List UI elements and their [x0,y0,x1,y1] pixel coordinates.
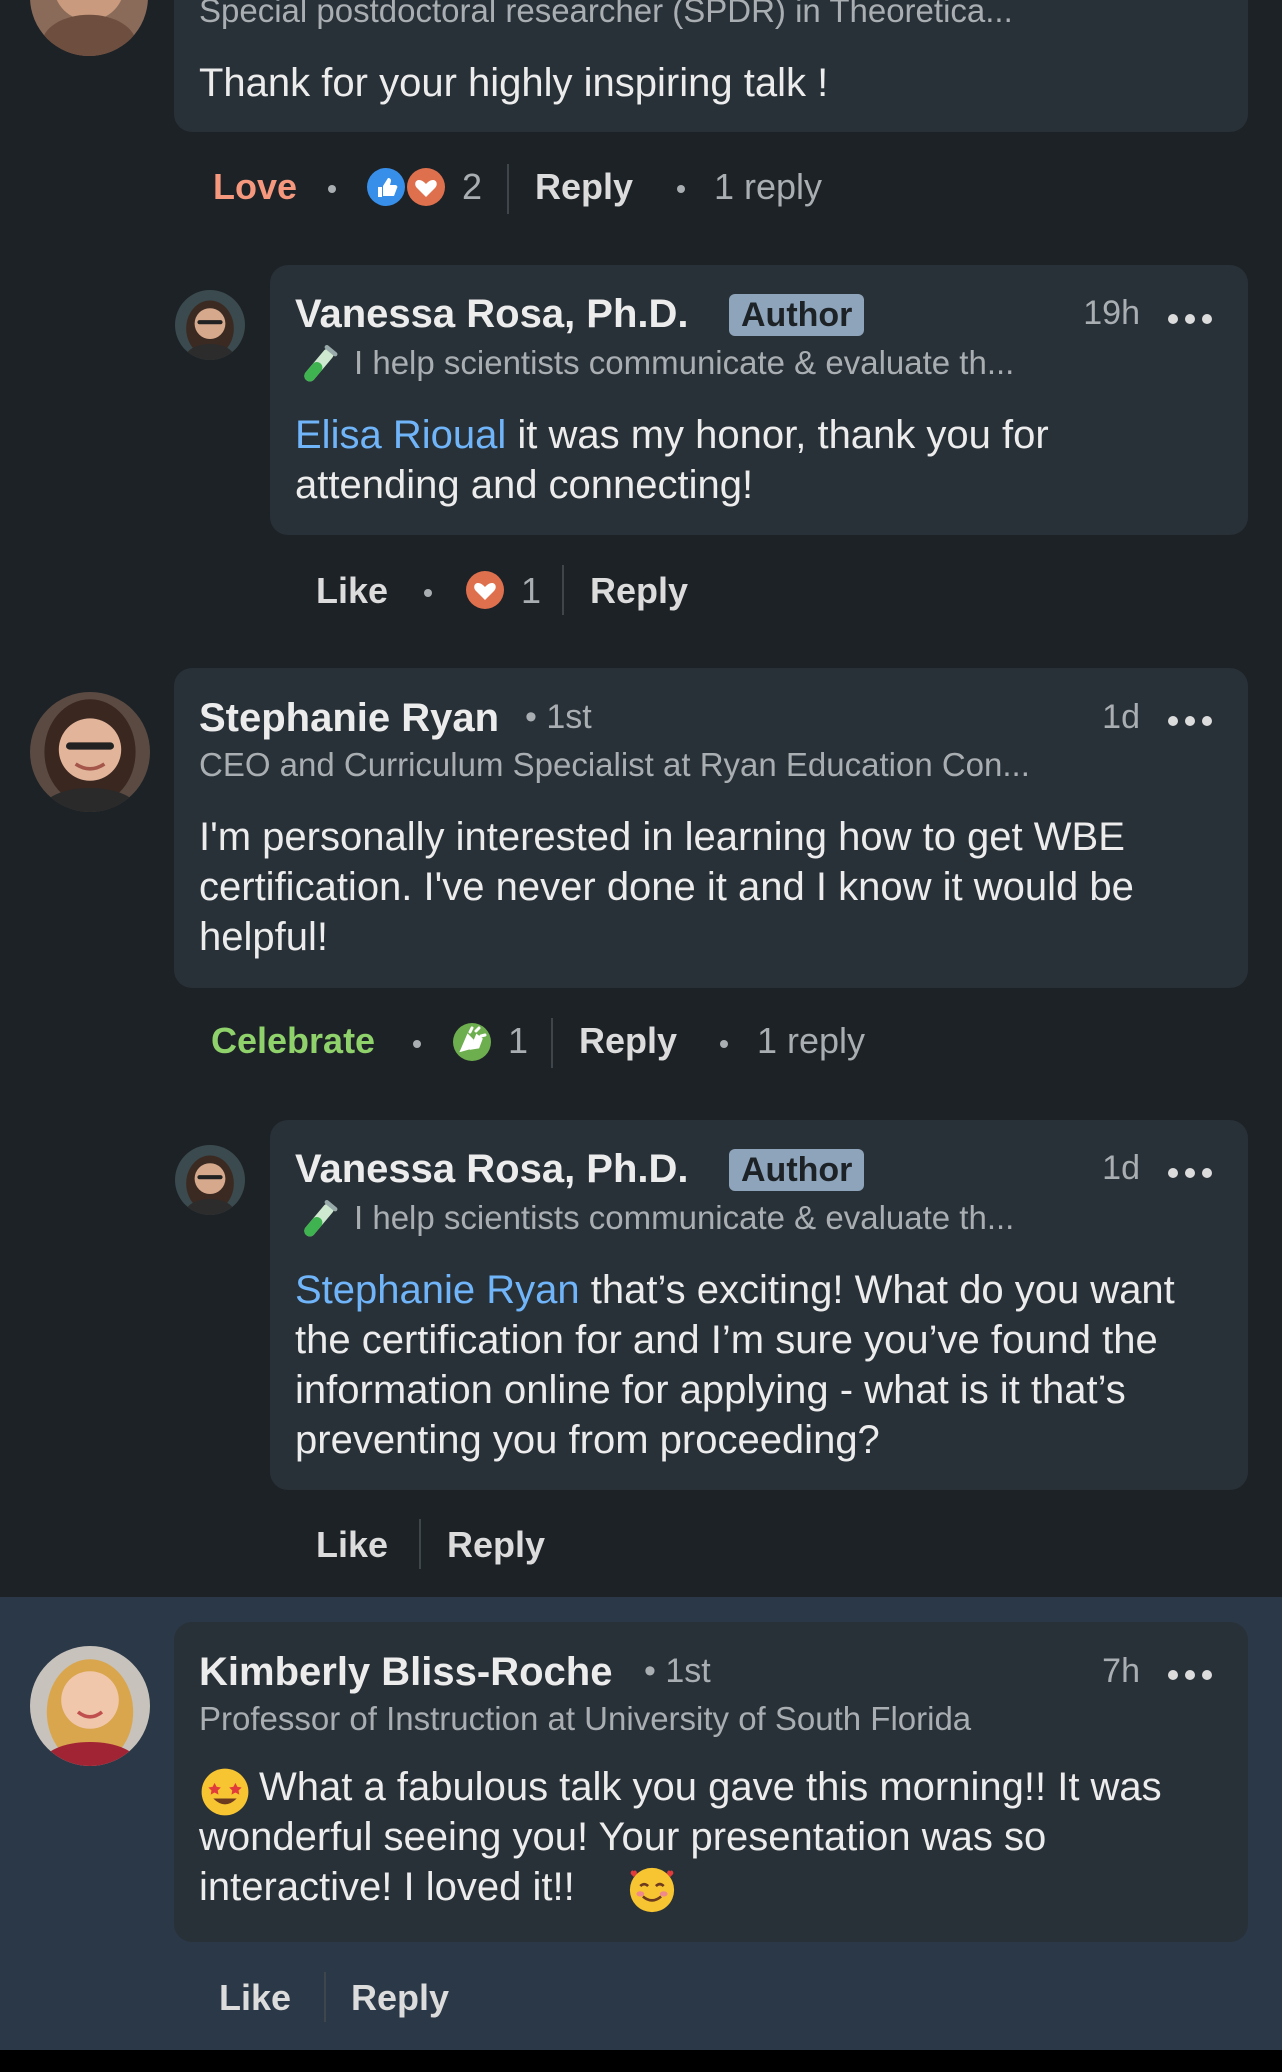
test-tube-icon [297,1198,341,1242]
comment-body: What a fabulous talk you gave this morni… [199,1765,1162,1909]
like-button[interactable]: Like [316,1524,388,1566]
commenter-name[interactable]: Vanessa Rosa, Ph.D. [295,1147,689,1192]
replies-link[interactable]: 1 reply [714,166,822,208]
commenter-headline: I help scientists communicate & evaluate… [354,1199,1015,1236]
comment-timestamp: 7h [1102,1652,1140,1690]
separator-dot [720,1040,728,1048]
avatar[interactable] [175,1145,245,1215]
avatar[interactable] [175,290,245,360]
smiling-face-with-hearts-emoji-icon [626,1864,678,1916]
more-options-icon[interactable] [1168,1670,1212,1682]
separator-dot [677,185,685,193]
love-reaction-icon[interactable] [406,167,446,207]
reply-button[interactable]: Reply [579,1020,677,1062]
comment-text: Thank for your highly inspiring talk ! [199,61,829,105]
commenter-headline: CEO and Curriculum Specialist at Ryan Ed… [199,746,1030,783]
comment-text: I'm personally interested in learning ho… [199,815,1134,959]
separator-dot [328,185,336,193]
test-tube-icon [297,343,341,387]
comment-timestamp: 1d [1102,1149,1140,1187]
commenter-name[interactable]: Kimberly Bliss-Roche [199,1650,612,1695]
mention-link[interactable]: Stephanie Ryan [295,1268,580,1312]
reaction-count[interactable]: 1 [521,570,541,612]
commenter-headline: Professor of Instruction at University o… [199,1700,972,1737]
replies-link[interactable]: 1 reply [757,1020,865,1062]
reply-button[interactable]: Reply [447,1524,545,1566]
comment-timestamp: 19h [1083,294,1140,332]
commenter-name[interactable]: Vanessa Rosa, Ph.D. [295,292,689,337]
mention-link[interactable]: Elisa Rioual [295,413,506,457]
reply-button[interactable]: Reply [590,570,688,612]
celebrate-reaction-icon[interactable] [452,1022,492,1062]
celebrate-reaction-button[interactable]: Celebrate [211,1020,375,1062]
connection-degree: • 1st [525,698,592,736]
reply-button[interactable]: Reply [351,1977,449,2019]
more-options-icon[interactable] [1168,1168,1212,1180]
action-divider [551,1018,553,1068]
like-button[interactable]: Like [219,1977,291,2019]
connection-degree: • 1st [644,1652,711,1690]
more-options-icon[interactable] [1168,314,1212,326]
commenter-headline: Special postdoctoral researcher (SPDR) i… [199,0,1013,29]
action-divider [419,1519,421,1569]
avatar[interactable] [30,692,150,812]
comment-text: Stephanie Ryan that’s exciting! What do … [295,1265,1235,1465]
reaction-count[interactable]: 2 [462,166,482,208]
author-badge: Author [729,294,865,336]
comment-timestamp: 1d [1102,698,1140,736]
bottom-edge-bar [0,2050,1282,2072]
reaction-count[interactable]: 1 [508,1020,528,1062]
separator-dot [413,1040,421,1048]
author-badge: Author [729,1149,865,1191]
action-divider [562,565,564,615]
action-divider [324,1972,326,2022]
separator-dot [424,589,432,597]
action-divider [507,164,509,214]
avatar[interactable] [30,1646,150,1766]
more-options-icon[interactable] [1168,716,1212,728]
avatar[interactable] [30,0,148,56]
commenter-name[interactable]: Stephanie Ryan [199,696,499,741]
comment-text: Elisa Rioual it was my honor, thank you … [295,410,1215,510]
comment-text: What a fabulous talk you gave this morni… [199,1762,1229,1912]
like-button[interactable]: Like [316,570,388,612]
love-reaction-icon[interactable] [465,570,505,610]
commenter-headline: I help scientists communicate & evaluate… [354,344,1015,381]
love-reaction-button[interactable]: Love [213,166,297,208]
reply-button[interactable]: Reply [535,166,633,208]
like-reaction-icon[interactable] [366,167,406,207]
